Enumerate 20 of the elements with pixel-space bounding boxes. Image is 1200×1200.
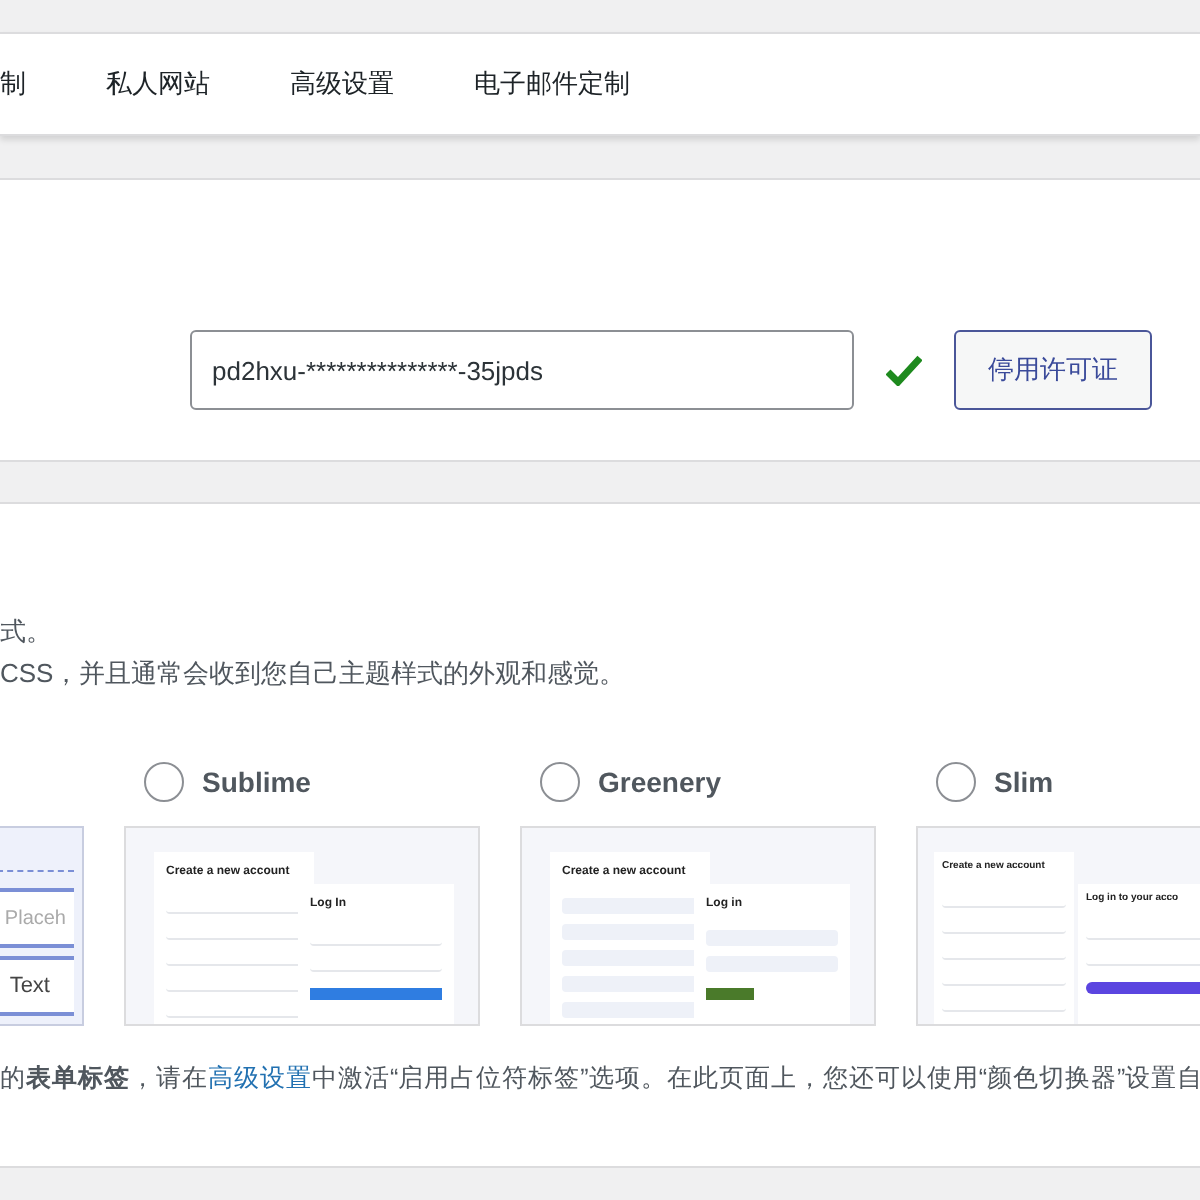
nav-tab[interactable]: 制 [0,34,26,134]
description-text: 式。 [0,614,54,650]
nav-tab[interactable]: 高级设置 [290,34,394,134]
advanced-settings-link[interactable]: 高级设置 [208,1064,312,1092]
preview-button-drawing [310,988,442,1000]
preview-button-drawing [706,988,754,1000]
license-key-field[interactable]: pd2hxu-***************-35jpds [190,330,854,410]
placeholder-text: Placeh [4,905,66,933]
nav-tab[interactable]: 电子邮件定制 [474,34,630,134]
theme-label: Sublime [202,763,311,801]
theme-radio[interactable] [144,762,184,802]
description-text: CSS，并且通常会收到您自己主题样式的外观和感觉。 [0,656,628,692]
sample-text: Text [9,971,50,1002]
theme-label: Greenery [598,763,721,802]
nav-tab[interactable]: 私人网站 [106,34,210,134]
theme-radio[interactable] [936,762,976,802]
theme-label: Slim [994,763,1054,801]
deactivate-license-button[interactable]: 停用许可证 [954,330,1152,410]
theme-radio[interactable] [540,762,580,802]
note-text: 的表单标签，请在高级设置中激活“启用占位符标签”选项。在此页面上，您还可以使用“颜色切换器”设置自 [0,1062,1200,1096]
